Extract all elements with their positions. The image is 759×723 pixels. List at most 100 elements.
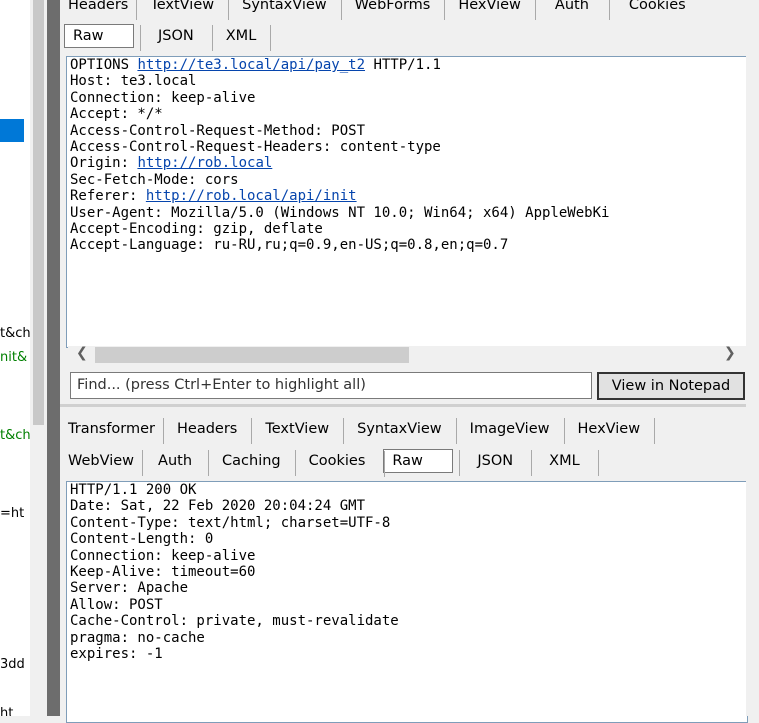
request-line: User-Agent: Mozilla/5.0 (Windows NT 10.0… <box>70 205 609 221</box>
line-text: Date: Sat, 22 Feb 2020 20:04:24 GMT <box>70 498 366 515</box>
session-fragment: nit& <box>0 350 28 365</box>
line-text: HTTP/1.1 200 OK <box>70 482 197 498</box>
session-fragment: t&ch <box>0 428 30 443</box>
pane-splitter[interactable] <box>47 0 60 716</box>
line-text: Access-Control-Request-Headers: content-… <box>70 139 441 156</box>
tab-webforms[interactable]: WebForms <box>340 0 445 20</box>
response-line: pragma: no-cache <box>70 630 205 646</box>
request-tabs-row2: Raw JSON XML <box>60 21 272 51</box>
response-line: expires: -1 <box>70 646 163 662</box>
scroll-left-icon[interactable]: ❮ <box>76 345 88 361</box>
line-text: expires: -1 <box>70 646 163 663</box>
find-input[interactable]: Find... (press Ctrl+Enter to highlight a… <box>70 372 592 399</box>
line-text: Cache-Control: private, must-revalidate <box>70 613 399 630</box>
tab-raw[interactable]: Raw <box>64 24 134 48</box>
response-tabs-row2: WebView Auth Caching Cookies Raw JSON XM… <box>60 446 599 477</box>
response-line: Content-Length: 0 <box>70 531 213 547</box>
line-text: Access-Control-Request-Method: POST <box>70 122 366 139</box>
tab-textview[interactable]: TextView <box>136 0 228 20</box>
tab-cookies[interactable]: Cookies <box>294 449 380 476</box>
line-text: Content-Type: text/html; charset=UTF-8 <box>70 514 391 531</box>
session-fragment: 3dd <box>0 657 25 672</box>
line-text: Allow: POST <box>70 596 163 613</box>
session-list[interactable]: t&ch nit& t&ch =ht 3dd ht <box>0 0 30 716</box>
response-line: Server: Apache <box>70 580 188 596</box>
view-in-notepad-button[interactable]: View in Notepad <box>597 372 745 400</box>
request-line: Host: te3.local <box>70 73 196 89</box>
request-raw-text[interactable]: OPTIONS http://te3.local/api/pay_t2 HTTP… <box>66 56 748 348</box>
response-line: Keep-Alive: timeout=60 <box>70 564 255 580</box>
scroll-right-icon[interactable]: ❯ <box>724 345 736 361</box>
request-line: Accept-Language: ru-RU,ru;q=0.9,en-US;q=… <box>70 237 508 253</box>
request-line: Referer: http://rob.local/api/init <box>70 188 357 204</box>
tab-webview[interactable]: WebView <box>60 449 142 473</box>
tab-cookies[interactable]: Cookies <box>608 0 706 20</box>
tab-auth[interactable]: Auth <box>142 449 208 476</box>
line-text: Origin: <box>70 155 138 172</box>
response-line: Cache-Control: private, must-revalidate <box>70 613 399 629</box>
line-text: OPTIONS <box>70 57 138 73</box>
response-line: Allow: POST <box>70 597 163 613</box>
tab-syntaxview[interactable]: SyntaxView <box>343 417 456 444</box>
request-line: Accept-Encoding: gzip, deflate <box>70 221 323 237</box>
tab-xml[interactable]: XML <box>531 449 598 476</box>
request-tabs-row1: Headers TextView SyntaxView WebForms Hex… <box>60 0 706 20</box>
url-link[interactable]: http://rob.local/api/init <box>146 188 357 204</box>
session-fragment: =ht <box>0 506 25 521</box>
request-line: Accept: */* <box>70 106 163 122</box>
line-text: Referer: <box>70 188 146 205</box>
response-line: Connection: keep-alive <box>70 548 255 564</box>
line-text: HTTP/1.1 <box>365 57 441 73</box>
tab-textview[interactable]: TextView <box>251 417 343 444</box>
line-text: Sec-Fetch-Mode: cors <box>70 171 239 188</box>
line-text: Content-Length: 0 <box>70 531 214 548</box>
tab-auth[interactable]: Auth <box>534 0 609 20</box>
tab-json[interactable]: JSON <box>140 24 212 51</box>
line-text: Keep-Alive: timeout=60 <box>70 564 256 581</box>
request-line: Access-Control-Request-Headers: content-… <box>70 139 441 155</box>
selected-session-row[interactable] <box>0 119 24 142</box>
tab-imageview[interactable]: ImageView <box>455 417 564 444</box>
line-text: Connection: keep-alive <box>70 89 256 106</box>
tab-raw[interactable]: Raw <box>383 449 454 477</box>
line-text: Server: Apache <box>70 580 189 597</box>
tab-syntaxview[interactable]: SyntaxView <box>228 0 341 20</box>
tab-hexview[interactable]: HexView <box>563 417 655 444</box>
url-link[interactable]: http://rob.local <box>137 155 272 171</box>
request-line: Connection: keep-alive <box>70 90 255 106</box>
right-edge <box>746 0 759 716</box>
request-horizontal-scrollbar[interactable]: ❮ ❯ <box>68 345 746 364</box>
line-text: Connection: keep-alive <box>70 547 256 564</box>
session-fragment: ht <box>0 706 14 716</box>
scrollbar-thumb[interactable] <box>33 0 44 425</box>
request-text-content: OPTIONS http://te3.local/api/pay_t2 HTTP… <box>67 57 747 254</box>
scrollbar-thumb[interactable] <box>95 347 409 363</box>
request-line: Sec-Fetch-Mode: cors <box>70 172 239 188</box>
session-list-scrollbar[interactable] <box>30 0 47 716</box>
session-fragment: t&ch <box>0 326 30 341</box>
response-line: Content-Type: text/html; charset=UTF-8 <box>70 515 390 531</box>
line-text: Host: te3.local <box>70 73 197 90</box>
url-link[interactable]: http://te3.local/api/pay_t2 <box>137 57 365 73</box>
tab-headers[interactable]: Headers <box>163 417 251 444</box>
line-text: User-Agent: Mozilla/5.0 (Windows NT 10.0… <box>70 204 610 221</box>
tab-json[interactable]: JSON <box>459 449 531 476</box>
line-text: Accept: */* <box>70 106 163 123</box>
line-text: Accept-Encoding: gzip, deflate <box>70 221 323 238</box>
tab-hexview[interactable]: HexView <box>444 0 535 20</box>
tab-xml[interactable]: XML <box>211 24 271 51</box>
response-tabs-row1: Transformer Headers TextView SyntaxView … <box>60 414 656 444</box>
request-line: OPTIONS http://te3.local/api/pay_t2 HTTP… <box>70 57 441 73</box>
response-raw-text[interactable]: HTTP/1.1 200 OK Date: Sat, 22 Feb 2020 2… <box>66 481 748 723</box>
line-text: Accept-Language: ru-RU,ru;q=0.9,en-US;q=… <box>70 237 509 254</box>
line-text: pragma: no-cache <box>70 629 205 646</box>
response-line: HTTP/1.1 200 OK <box>70 482 196 498</box>
tab-transformer[interactable]: Transformer <box>60 417 163 441</box>
response-line: Date: Sat, 22 Feb 2020 20:04:24 GMT <box>70 498 365 514</box>
request-line: Origin: http://rob.local <box>70 155 272 171</box>
request-line: Access-Control-Request-Method: POST <box>70 123 365 139</box>
request-response-splitter[interactable] <box>60 404 759 407</box>
tab-headers[interactable]: Headers <box>60 0 136 17</box>
response-text-content: HTTP/1.1 200 OK Date: Sat, 22 Feb 2020 2… <box>67 482 747 662</box>
tab-caching[interactable]: Caching <box>208 449 295 476</box>
